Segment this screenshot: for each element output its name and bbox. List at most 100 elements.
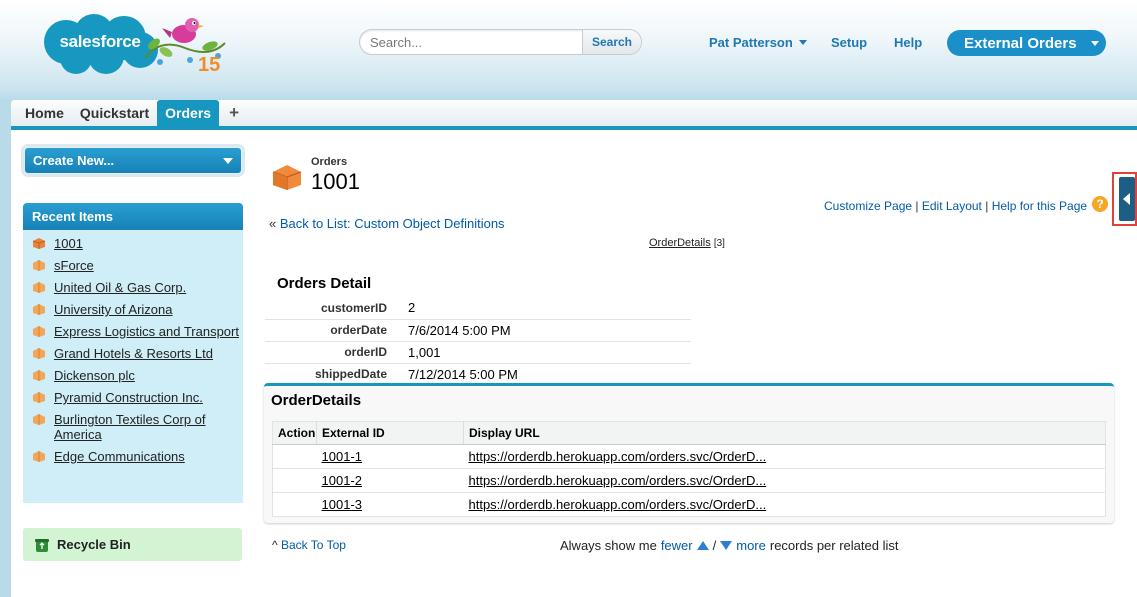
recent-item: Pyramid Construction Inc. (23, 390, 243, 405)
more-link[interactable]: more (736, 538, 766, 553)
field-value: 1,001 (408, 341, 691, 364)
recent-item-link[interactable]: Pyramid Construction Inc. (54, 390, 203, 405)
field-label: orderDate (265, 319, 408, 342)
user-menu[interactable]: Pat Patterson (709, 35, 807, 50)
help-icon[interactable]: ? (1092, 196, 1108, 212)
display-url-link[interactable]: https://orderdb.herokuapp.com/orders.svc… (469, 473, 767, 488)
recent-item-link[interactable]: Express Logistics and Transport (54, 324, 239, 339)
recent-item-link[interactable]: 1001 (54, 236, 83, 251)
order-details-table: Action External ID Display URL 1001-1 ht… (272, 421, 1106, 517)
recent-item-link[interactable]: Burlington Textiles Corp of America (54, 412, 206, 442)
edit-layout-link[interactable]: Edit Layout (922, 199, 982, 213)
recent-item: United Oil & Gas Corp. (23, 280, 243, 295)
records-per-list-text: records per related list (769, 538, 899, 553)
related-count: [3] (713, 238, 725, 249)
tab-bar: Home Quickstart Orders + (11, 100, 1137, 130)
order-details-panel: OrderDetails Action External ID Display … (264, 383, 1114, 523)
box-icon (33, 370, 45, 381)
search-input[interactable] (360, 30, 582, 54)
recent-item-link[interactable]: United Oil & Gas Corp. (54, 280, 186, 295)
recycle-bin-label: Recycle Bin (57, 537, 131, 552)
tab-quickstart[interactable]: Quickstart (72, 100, 157, 126)
recent-item-link[interactable]: Edge Communications (54, 449, 185, 464)
column-header-action: Action (272, 421, 317, 445)
record-name: 1001 (311, 169, 360, 194)
recycle-bin-icon (35, 538, 49, 552)
recent-item-link[interactable]: Dickenson plc (54, 368, 135, 383)
box-icon (33, 414, 45, 425)
detail-row: shippedDate 7/12/2014 5:00 PM (265, 363, 691, 385)
collapse-arrow-icon (1119, 177, 1135, 221)
caret-up-icon: ^ (272, 538, 278, 552)
table-row: 1001-2 https://orderdb.herokuapp.com/ord… (272, 468, 1106, 493)
recent-item: 1001 (23, 236, 243, 251)
action-cell (272, 468, 317, 493)
display-url-cell: https://orderdb.herokuapp.com/orders.svc… (463, 444, 1106, 469)
search-button[interactable]: Search (582, 30, 641, 54)
tab-add[interactable]: + (219, 100, 249, 126)
external-id-link[interactable]: 1001-1 (322, 449, 362, 464)
back-to-top: ^ Back To Top (272, 538, 346, 552)
app-menu-button[interactable]: External Orders (947, 30, 1106, 56)
separator: / (712, 538, 717, 553)
back-to-top-link[interactable]: Back To Top (281, 538, 346, 552)
box-icon (32, 238, 46, 249)
field-value: 7/6/2014 5:00 PM (408, 319, 691, 342)
arrow-up-icon[interactable] (696, 541, 709, 550)
recent-item: Grand Hotels & Resorts Ltd (23, 346, 243, 361)
recent-item-link[interactable]: University of Arizona (54, 302, 173, 317)
recent-items-list: 1001 sForce United Oil & Gas Corp. Unive… (23, 230, 243, 464)
order-details-title: OrderDetails (271, 392, 362, 409)
action-cell (272, 444, 317, 469)
order-details-related-link[interactable]: OrderDetails (649, 237, 711, 249)
box-icon (33, 348, 45, 359)
arrow-down-icon[interactable] (720, 541, 733, 550)
box-icon (33, 451, 45, 462)
recent-item: Edge Communications (23, 449, 243, 464)
back-to-list: « Back to List: Custom Object Definition… (269, 216, 505, 231)
back-to-list-link[interactable]: Back to List: Custom Object Definitions (280, 216, 505, 231)
display-url-link[interactable]: https://orderdb.herokuapp.com/orders.svc… (469, 497, 767, 512)
table-header-row: Action External ID Display URL (272, 421, 1106, 445)
app-name: External Orders (964, 34, 1077, 52)
related-list-link-container: OrderDetails [3] (649, 237, 725, 249)
fewer-link[interactable]: fewer (661, 538, 693, 553)
display-url-cell: https://orderdb.herokuapp.com/orders.svc… (463, 492, 1106, 517)
recent-item-link[interactable]: sForce (54, 258, 94, 273)
detail-section-title: Orders Detail (277, 275, 372, 292)
recent-item: sForce (23, 258, 243, 273)
setup-link[interactable]: Setup (831, 35, 867, 50)
display-url-link[interactable]: https://orderdb.herokuapp.com/orders.svc… (469, 449, 767, 464)
detail-row: orderID 1,001 (265, 341, 691, 364)
anniversary-badge: 15 (140, 8, 230, 80)
chevron-down-icon (223, 158, 233, 164)
help-link[interactable]: Help (894, 35, 922, 50)
box-icon (33, 304, 45, 315)
column-header-display-url: Display URL (463, 421, 1106, 445)
create-new-dropdown[interactable]: Create New... (24, 147, 242, 174)
recycle-bin[interactable]: Recycle Bin (23, 528, 242, 561)
create-new-label: Create New... (33, 153, 115, 168)
external-id-link[interactable]: 1001-3 (322, 497, 362, 512)
help-for-page-link[interactable]: Help for this Page (992, 199, 1087, 213)
records-per-list-control: Always show me fewer / more records per … (560, 538, 898, 553)
display-url-cell: https://orderdb.herokuapp.com/orders.svc… (463, 468, 1106, 493)
recent-item: Express Logistics and Transport (23, 324, 243, 339)
recent-item: Burlington Textiles Corp of America (23, 412, 243, 442)
tab-orders[interactable]: Orders (157, 100, 220, 126)
table-row: 1001-3 https://orderdb.herokuapp.com/ord… (272, 492, 1106, 517)
field-value: 2 (408, 297, 691, 320)
recent-item-link[interactable]: Grand Hotels & Resorts Ltd (54, 346, 213, 361)
always-show-me-text: Always show me (560, 538, 657, 553)
field-label: orderID (265, 341, 408, 364)
box-icon (33, 282, 45, 293)
box-icon (33, 326, 45, 337)
customize-page-link[interactable]: Customize Page (824, 199, 912, 213)
external-id-cell: 1001-2 (316, 468, 464, 493)
tab-home[interactable]: Home (17, 100, 72, 126)
user-name: Pat Patterson (709, 35, 793, 50)
external-id-link[interactable]: 1001-2 (322, 473, 362, 488)
chevron-down-icon (798, 40, 807, 45)
sidebar-collapse-handle[interactable] (1112, 172, 1137, 226)
box-icon (33, 392, 45, 403)
